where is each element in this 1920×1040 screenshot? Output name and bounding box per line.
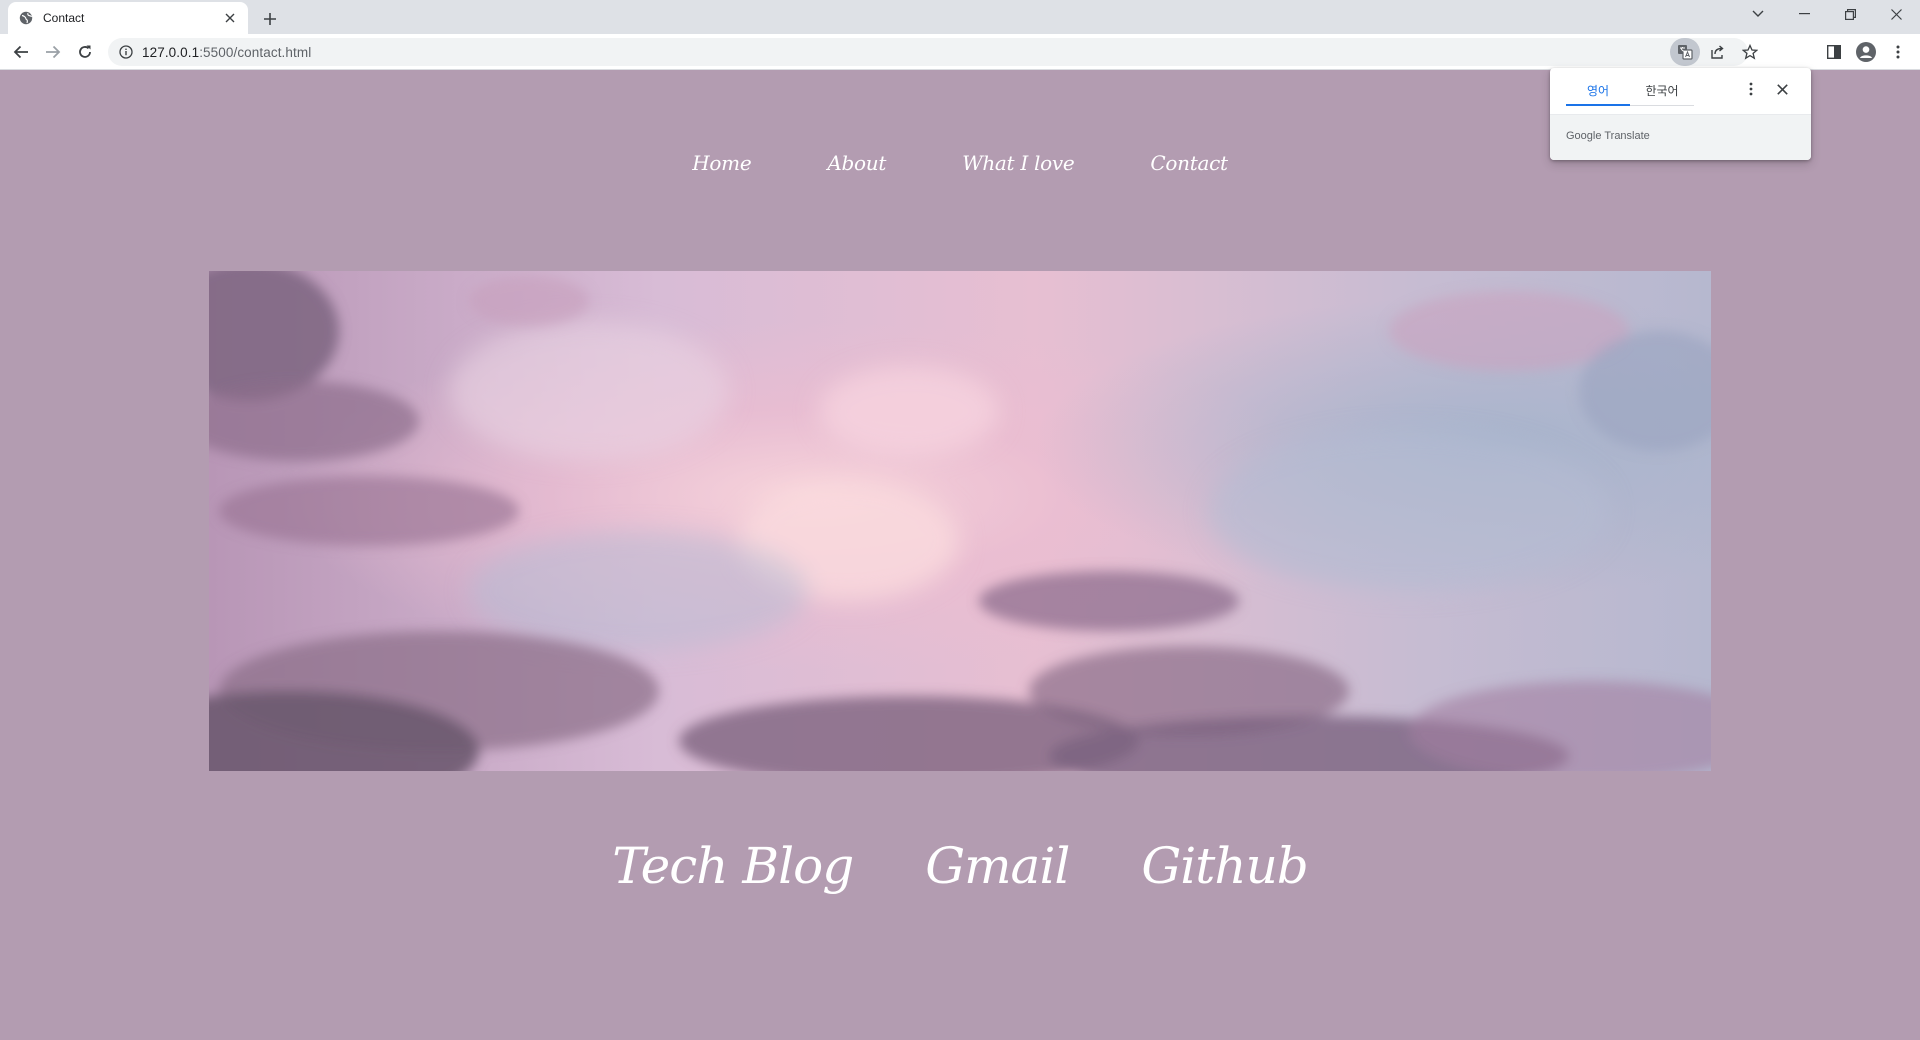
globe-icon [18, 10, 34, 26]
browser-tab[interactable]: Contact [8, 2, 248, 34]
reload-icon[interactable] [71, 38, 99, 66]
translate-product: Translate [1604, 130, 1650, 142]
github-link[interactable]: Github [1141, 837, 1308, 895]
tab-target-language[interactable]: 한국어 [1630, 78, 1694, 106]
nav-what-i-love-link[interactable]: What I love [962, 151, 1075, 175]
url-path: :5500/contact.html [199, 44, 312, 60]
tab-search-icon[interactable] [1736, 0, 1780, 28]
nav-contact-link[interactable]: Contact [1150, 151, 1228, 175]
tab-title: Contact [43, 11, 85, 25]
browser-tabstrip: Contact [0, 0, 1920, 34]
translate-branding: Google Translate [1550, 115, 1811, 160]
profile-avatar-icon[interactable] [1852, 38, 1880, 66]
hero-sky-image [209, 271, 1711, 771]
address-bar[interactable]: 127.0.0.1:5500/contact.html [108, 38, 1758, 66]
side-panel-icon[interactable] [1820, 38, 1848, 66]
close-popup-icon[interactable] [1773, 80, 1791, 98]
kebab-menu-icon[interactable] [1884, 38, 1912, 66]
tab-source-language[interactable]: 영어 [1566, 78, 1630, 106]
restore-icon[interactable] [1828, 0, 1872, 28]
translate-popup: 영어 한국어 Google Translate [1550, 68, 1811, 160]
new-tab-icon[interactable] [258, 7, 282, 31]
url-host: 127.0.0.1 [142, 44, 200, 60]
forward-icon[interactable] [39, 38, 67, 66]
minimize-icon[interactable] [1782, 0, 1826, 28]
nav-home-link[interactable]: Home [692, 151, 751, 175]
close-window-icon[interactable] [1874, 0, 1918, 28]
nav-about-link[interactable]: About [827, 151, 886, 175]
contact-links: Tech Blog Gmail Github [0, 837, 1920, 895]
translate-icon[interactable] [1670, 38, 1700, 66]
browser-toolbar: 127.0.0.1:5500/contact.html [0, 34, 1920, 70]
translate-options-icon[interactable] [1743, 81, 1759, 97]
language-tabs: 영어 한국어 [1566, 78, 1694, 106]
close-tab-icon[interactable] [222, 10, 238, 26]
tech-blog-link[interactable]: Tech Blog [612, 837, 854, 895]
bookmark-star-icon[interactable] [1736, 38, 1764, 66]
share-icon[interactable] [1704, 38, 1732, 66]
url-text: 127.0.0.1:5500/contact.html [142, 45, 311, 60]
site-info-icon[interactable] [118, 44, 134, 60]
google-brand: Google [1566, 130, 1602, 142]
page-content: Home About What I love Contact Tech Blog… [0, 71, 1920, 1040]
gmail-link[interactable]: Gmail [925, 837, 1070, 895]
back-icon[interactable] [7, 38, 35, 66]
